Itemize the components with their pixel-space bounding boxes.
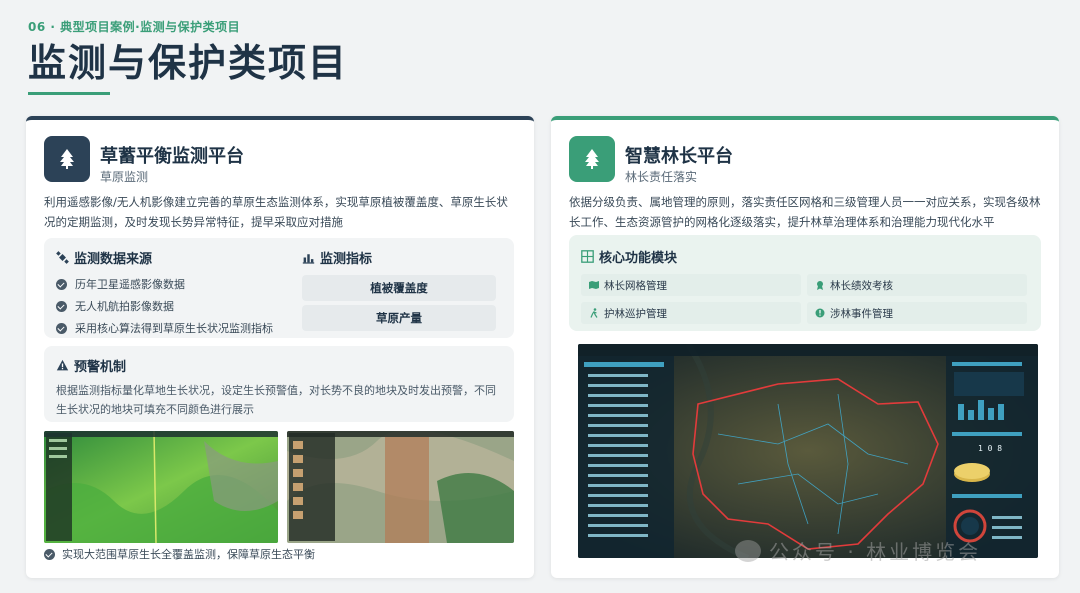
page-title: 监测与保护类项目: [28, 41, 349, 85]
card-subtitle: 林长责任落实: [625, 170, 698, 184]
satellite-icon: [56, 251, 69, 264]
check-circle-icon: [56, 278, 67, 290]
warning-text: 根据监测指标量化草地生长状况，设定生长预警值，对长势不良的地块及时发出预警，不同…: [56, 384, 496, 416]
data-panel: 监测数据来源 历年卫星遥感影像数据 无人机航拍影像数据 采用核心算法得到草原生长…: [44, 238, 514, 338]
tree-icon: [569, 136, 615, 182]
modules-heading: 核心功能模块: [581, 247, 1029, 266]
metric-chip: 草原产量: [302, 305, 496, 331]
wechat-icon: [735, 539, 761, 562]
metrics-heading: 监测指标: [302, 248, 502, 267]
card-description: 利用遥感影像/无人机影像建立完善的草原生态监测体系，实现草原植被覆盖度、草原生长…: [44, 195, 508, 229]
forest-dashboard-screenshot: 1 0 8: [578, 344, 1038, 558]
modules-grid: 林长网格管理 林长绩效考核 护林巡护管理 涉林事件管理: [581, 274, 1029, 324]
list-item-label: 采用核心算法得到草原生长状况监测指标: [75, 322, 273, 335]
sources-list: 历年卫星遥感影像数据 无人机航拍影像数据 采用核心算法得到草原生长状况监测指标: [56, 273, 296, 339]
module-patrol-management[interactable]: 护林巡护管理: [581, 302, 801, 324]
sources-section: 监测数据来源 历年卫星遥感影像数据 无人机航拍影像数据 采用核心算法得到草原生长…: [56, 248, 296, 339]
tree-icon: [44, 136, 90, 182]
alert-circle-icon: [815, 308, 825, 318]
module-label: 护林巡护管理: [604, 307, 667, 320]
watermark-text: 公众号 · 林业博览会: [769, 540, 982, 564]
module-performance-review[interactable]: 林长绩效考核: [807, 274, 1027, 296]
satellite-map-screenshot: [287, 431, 514, 543]
list-item-label: 无人机航拍影像数据: [75, 300, 174, 313]
warning-panel: 预警机制 根据监测指标量化草地生长状况，设定生长预警值，对长势不良的地块及时发出…: [44, 346, 514, 422]
check-circle-icon: [56, 300, 67, 312]
map-icon: [589, 281, 599, 289]
title-underline: [28, 92, 110, 95]
warning-heading-label: 预警机制: [74, 360, 127, 375]
list-item: 采用核心算法得到草原生长状况监测指标: [56, 317, 296, 339]
award-icon: [817, 281, 823, 290]
card-title: 智慧林长平台: [625, 146, 733, 167]
grid-icon: [581, 250, 594, 263]
module-label: 林长网格管理: [604, 279, 667, 292]
dashboard-counter: 1 0 8: [978, 444, 1002, 453]
card-subtitle: 草原监测: [100, 170, 149, 184]
warning-icon: [56, 359, 69, 371]
card-title: 草蓄平衡监测平台: [100, 146, 244, 167]
card-forest-chief-platform: 智慧林长平台 林长责任落实 依据分级负责、属地管理的原则，落实责任区网格和三级管…: [551, 116, 1059, 578]
modules-heading-label: 核心功能模块: [599, 251, 678, 266]
module-label: 林长绩效考核: [830, 279, 893, 292]
sources-heading-label: 监测数据来源: [74, 252, 153, 267]
check-circle-icon: [56, 322, 67, 334]
list-item: 无人机航拍影像数据: [56, 295, 296, 317]
warning-heading: 预警机制: [56, 356, 502, 375]
check-circle-icon: [44, 548, 55, 560]
walking-icon: [590, 308, 598, 318]
caption-text: 实现大范围草原生长全覆盖监测，保障草原生态平衡: [62, 548, 315, 561]
watermark: 公众号 · 林业博览会: [735, 536, 981, 565]
module-event-management[interactable]: 涉林事件管理: [807, 302, 1027, 324]
modules-panel: 核心功能模块 林长网格管理 林长绩效考核 护林巡护管理 涉林事件管理: [569, 235, 1041, 331]
caption: 实现大范围草原生长全覆盖监测，保障草原生态平衡: [44, 546, 315, 562]
bar-chart-icon: [302, 254, 315, 264]
module-grid-management[interactable]: 林长网格管理: [581, 274, 801, 296]
metric-chip: 植被覆盖度: [302, 275, 496, 301]
sources-heading: 监测数据来源: [56, 248, 296, 267]
card-description: 依据分级负责、属地管理的原则，落实责任区网格和三级管理人员一一对应关系，实现各级…: [569, 195, 1041, 229]
card-grassland-platform: 草蓄平衡监测平台 草原监测 利用遥感影像/无人机影像建立完善的草原生态监测体系，…: [26, 116, 534, 578]
metrics-heading-label: 监测指标: [320, 252, 373, 267]
module-label: 涉林事件管理: [830, 307, 893, 320]
list-item-label: 历年卫星遥感影像数据: [75, 278, 185, 291]
grassland-map-screenshot: [44, 431, 278, 543]
list-item: 历年卫星遥感影像数据: [56, 273, 296, 295]
metrics-section: 监测指标 植被覆盖度 草原产量: [302, 248, 502, 331]
